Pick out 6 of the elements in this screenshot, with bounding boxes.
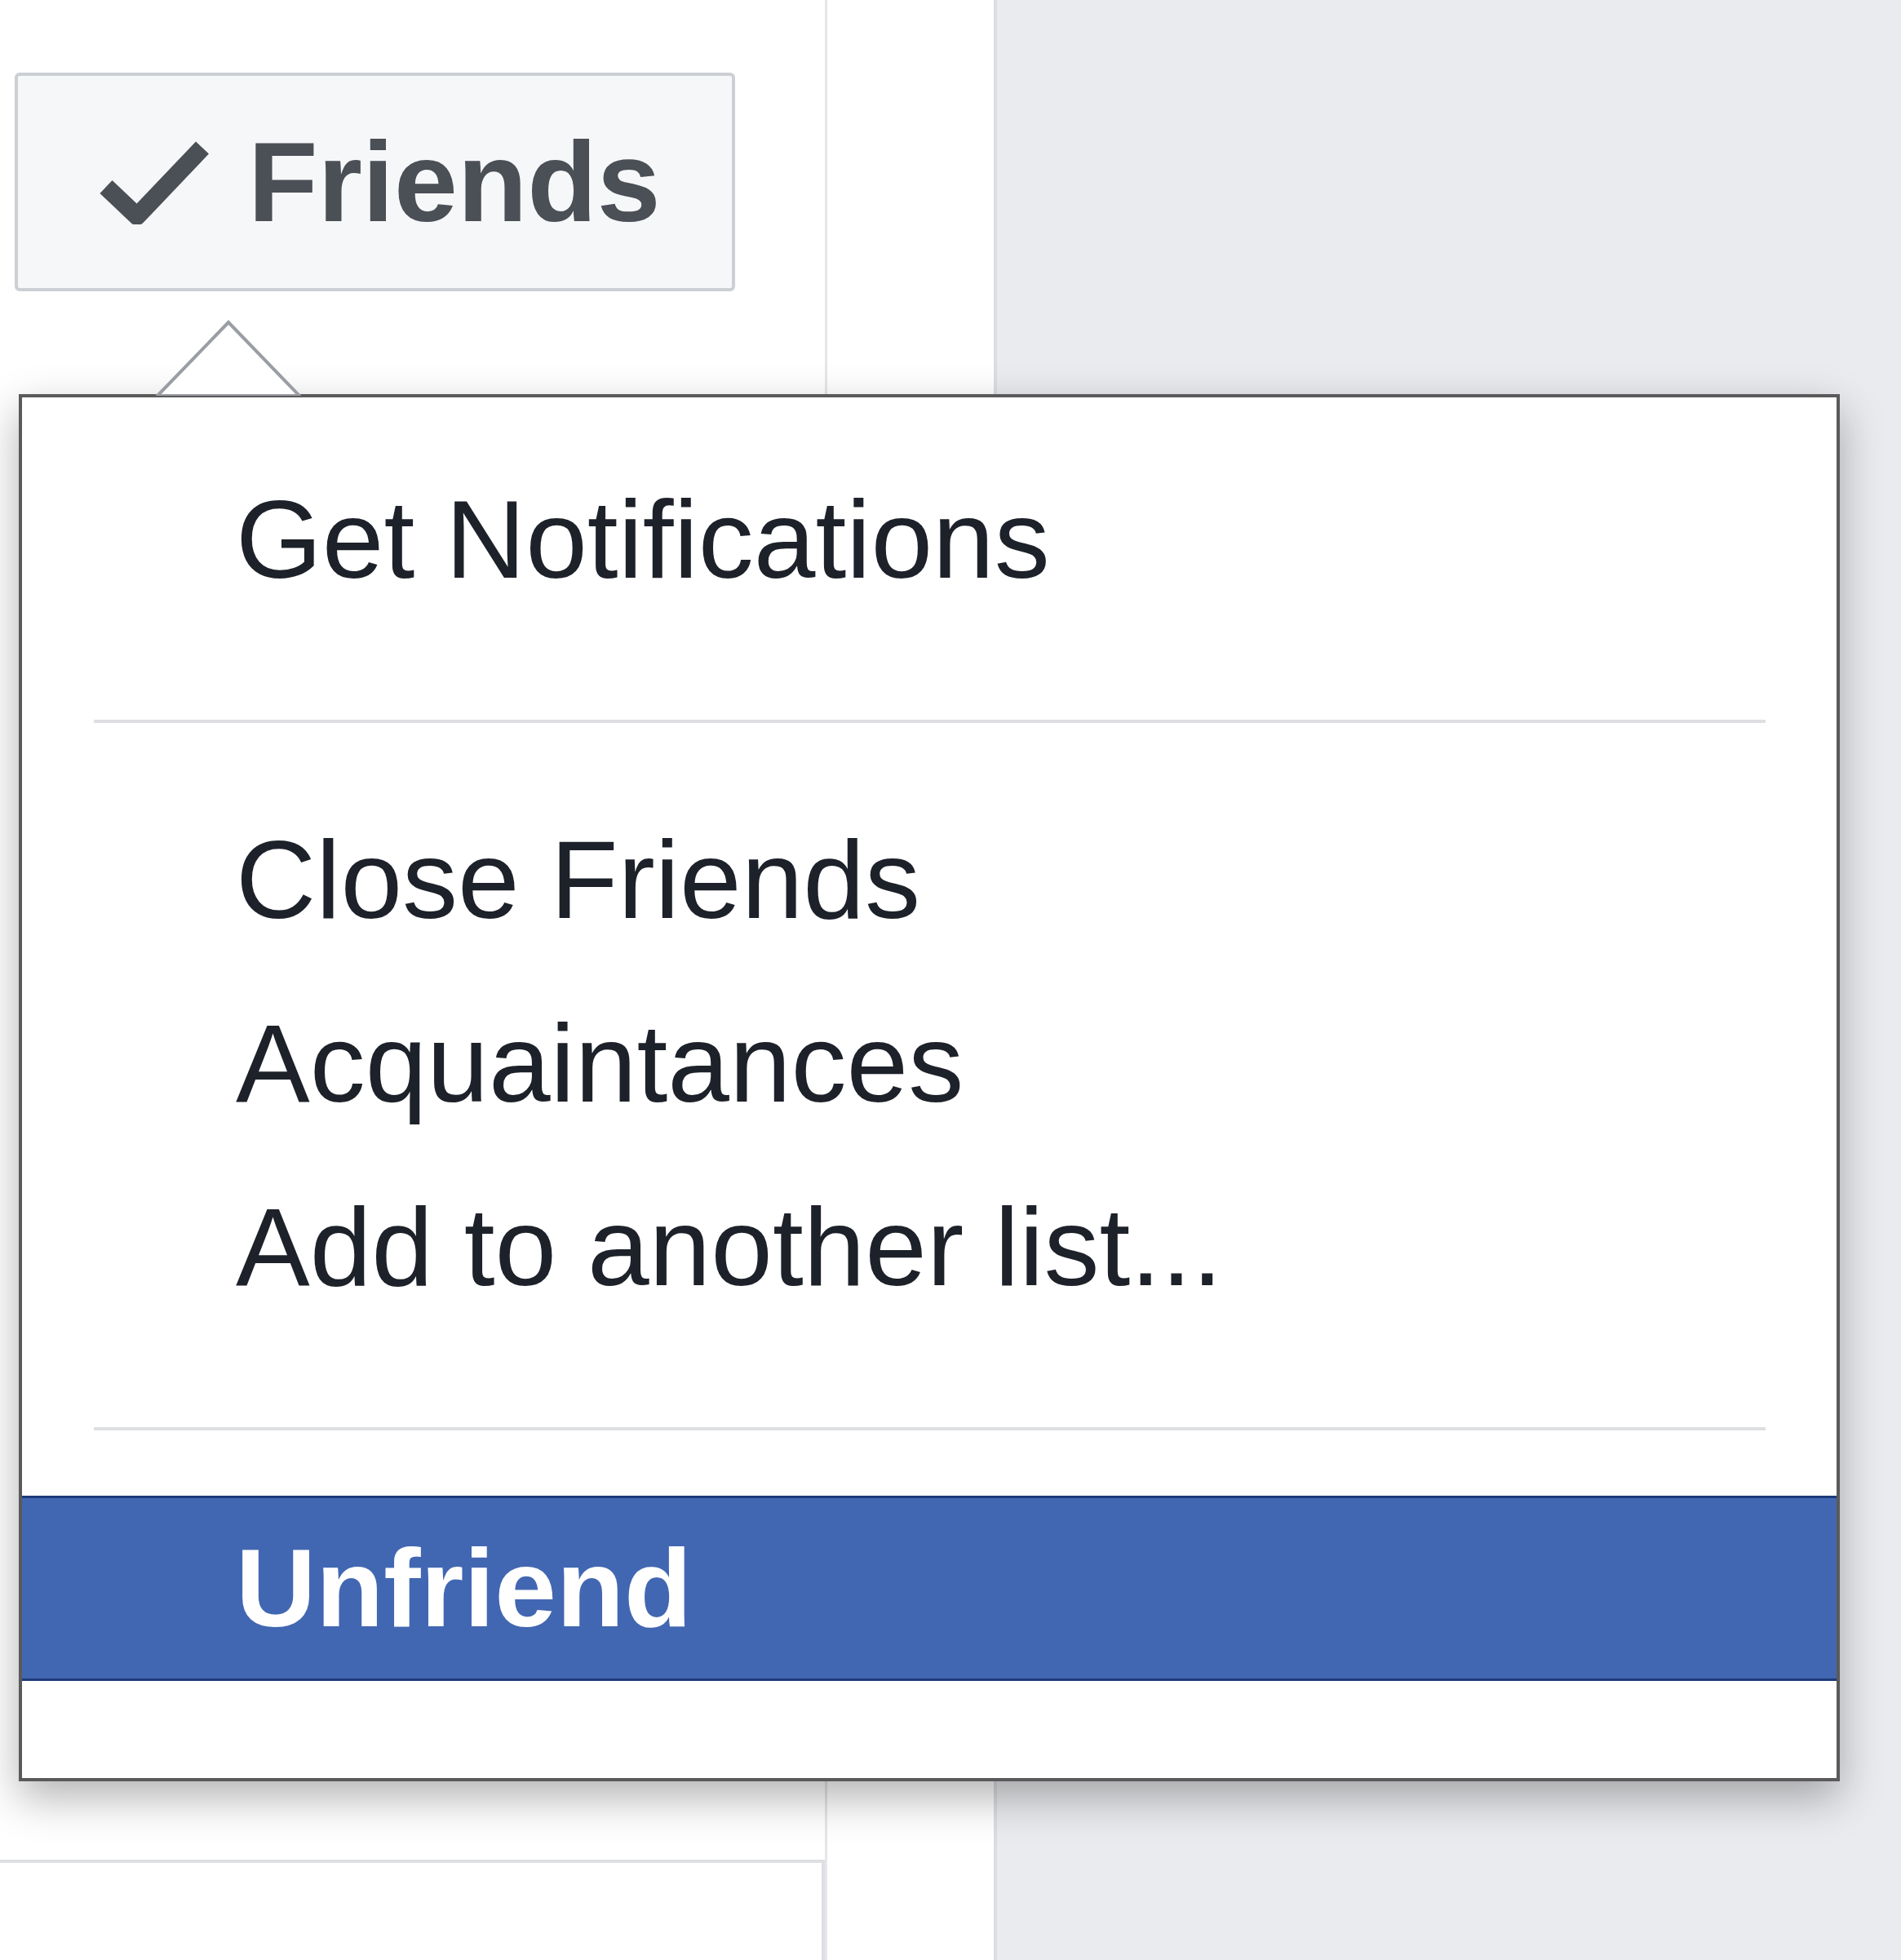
friends-button[interactable]: Friends <box>15 73 735 291</box>
menu-item[interactable]: Add to another list... <box>22 1155 1837 1339</box>
menu-item[interactable]: Close Friends <box>22 788 1837 972</box>
menu-item[interactable]: Unfriend <box>22 1496 1837 1681</box>
menu-item[interactable]: Acquaintances <box>22 972 1837 1155</box>
menu-item[interactable]: Get Notifications <box>22 448 1837 632</box>
